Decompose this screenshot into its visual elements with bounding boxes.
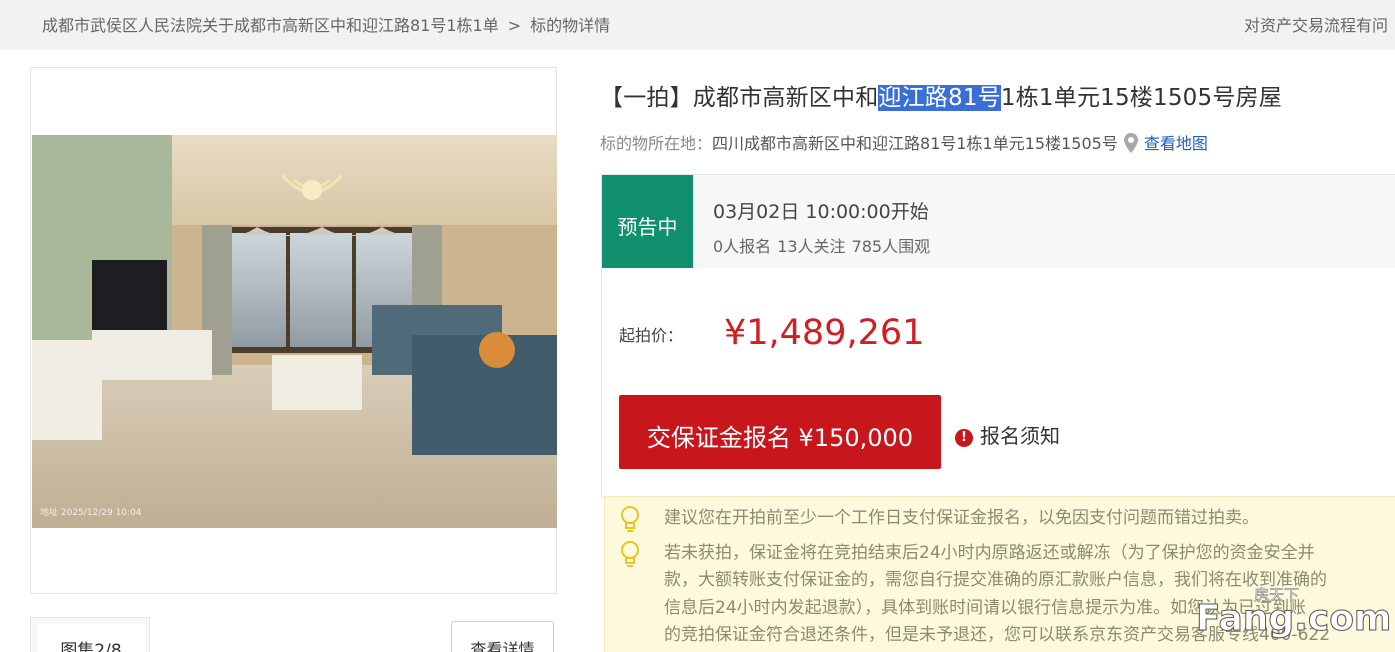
title-prefix: 【一拍】成都市高新区中和 xyxy=(600,85,879,111)
registration-notice-link[interactable]: ! 报名须知 xyxy=(955,420,1060,449)
title-suffix: 1栋1单元15楼1505号房屋 xyxy=(1000,85,1282,111)
viewer-count: 785人围观 xyxy=(851,237,931,256)
photo-timestamp-caption: 地址 2025/12/29 10:04 xyxy=(40,506,142,518)
address-value: 四川成都市高新区中和迎江路81号1栋1单元15楼1505号 xyxy=(712,134,1118,153)
trading-process-help-link[interactable]: 对资产交易流程有问 xyxy=(1244,12,1388,36)
breadcrumb-current: 标的物详情 xyxy=(530,16,611,35)
lightbulb-icon xyxy=(621,541,639,567)
fang-watermark-logo: 房天下 Fang.com xyxy=(1196,586,1392,640)
property-address: 标的物所在地：四川成都市高新区中和迎江路81号1栋1单元15楼1505号 查看地图 xyxy=(600,130,1208,154)
starting-price-value: ¥1,489,261 xyxy=(724,313,925,353)
gallery-tab-label: 图集2/8 xyxy=(37,624,145,652)
tip-text: 建议您在开拍前至少一个工作日支付保证金报名，以免因支付问题而错过拍卖。 xyxy=(664,508,1259,528)
auction-start-time: 03月02日 10:00:00开始 xyxy=(713,201,929,223)
listing-title: 【一拍】成都市高新区中和迎江路81号1栋1单元15楼1505号房屋 xyxy=(600,78,1282,112)
gallery-tab[interactable]: 图集2/8 xyxy=(30,617,150,652)
follower-count: 13人关注 xyxy=(777,237,846,256)
image-gallery: 地址 2025/12/29 10:04 xyxy=(30,67,557,594)
property-photo[interactable]: 地址 2025/12/29 10:04 xyxy=(32,135,557,528)
auction-status-panel: 预告中 03月02日 10:00:00开始 0人报名 13人关注 785人围观 xyxy=(601,174,1395,269)
registration-notice-label: 报名须知 xyxy=(980,424,1060,448)
alert-icon: ! xyxy=(955,429,973,447)
status-badge: 预告中 xyxy=(602,175,693,269)
breadcrumb-parent-link[interactable]: 成都市武侯区人民法院关于成都市高新区中和迎江路81号1栋1单 xyxy=(42,16,499,35)
lightbulb-icon xyxy=(621,506,639,532)
title-highlight: 迎江路81号 xyxy=(878,85,1001,111)
view-details-button[interactable]: 查看详情 xyxy=(451,621,554,652)
tip-text: 若未获拍，保证金将在竞拍结束后24小时内原路返还或解冻（为了保护您的资金安全并 xyxy=(664,543,1315,563)
view-map-link[interactable]: 查看地图 xyxy=(1144,134,1208,153)
pay-deposit-register-button[interactable]: 交保证金报名 ¥150,000 xyxy=(619,395,941,469)
auction-stats: 0人报名 13人关注 785人围观 xyxy=(713,233,936,257)
living-room-image: 地址 2025/12/29 10:04 xyxy=(32,135,557,528)
signup-count: 0人报名 xyxy=(713,237,772,256)
svg-text:Fang.com: Fang.com xyxy=(1196,598,1391,639)
breadcrumb-bar: 成都市武侯区人民法院关于成都市高新区中和迎江路81号1栋1单 > 标的物详情 对资产… xyxy=(0,0,1395,50)
address-label: 标的物所在地： xyxy=(600,134,713,153)
breadcrumb-separator: > xyxy=(507,16,522,35)
location-pin-icon xyxy=(1123,133,1138,153)
breadcrumb: 成都市武侯区人民法院关于成都市高新区中和迎江路81号1栋1单 > 标的物详情 xyxy=(42,12,610,36)
starting-price-label: 起拍价： xyxy=(619,326,684,345)
